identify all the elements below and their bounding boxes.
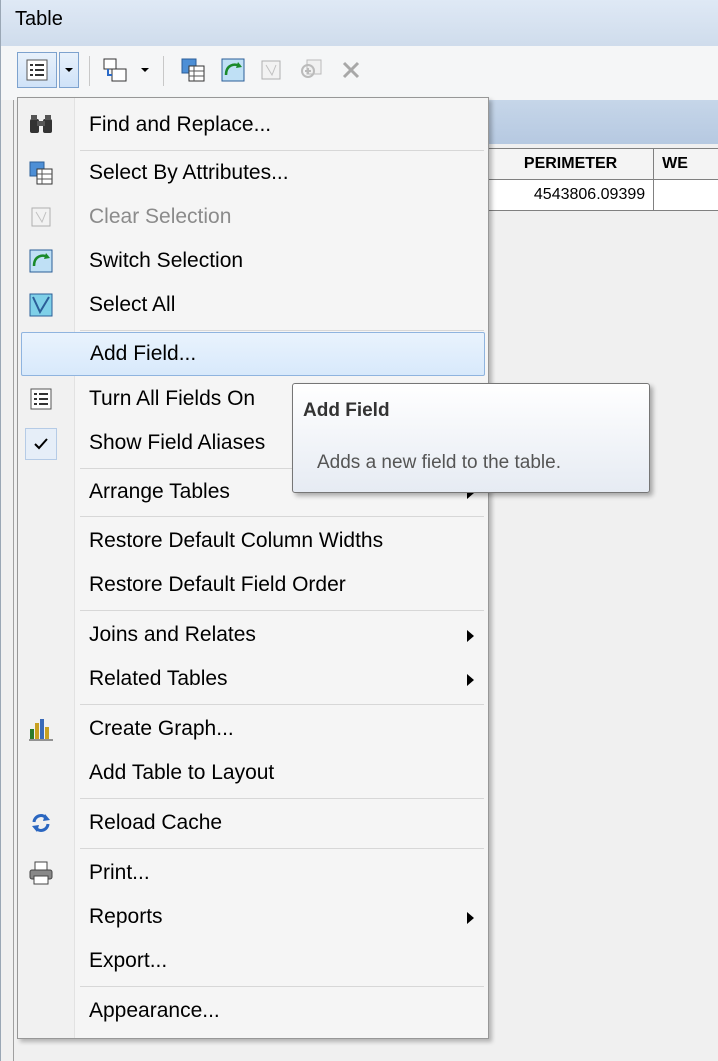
binoculars-icon <box>26 110 56 140</box>
switch-selection-icon <box>221 58 245 82</box>
table-options-button[interactable] <box>17 52 57 88</box>
table-header-row: PERIMETER WE <box>486 148 718 180</box>
delete-icon <box>342 61 360 79</box>
table-row[interactable]: 4543806.09399 <box>486 179 718 211</box>
menu-item-export[interactable]: Export... <box>18 940 488 984</box>
menu-item-reload-cache[interactable]: Reload Cache <box>18 802 488 846</box>
table-cell[interactable] <box>653 179 718 211</box>
menu-item-print[interactable]: Print... <box>18 852 488 896</box>
add-field-tooltip: Add Field Adds a new field to the table. <box>292 383 650 493</box>
submenu-arrow-icon <box>467 674 474 686</box>
menu-item-label: Add Field... <box>90 342 197 365</box>
menu-item-clear-selection[interactable]: Clear Selection <box>18 196 488 240</box>
select-by-attributes-icon <box>181 58 205 82</box>
table-options-menu: Find and Replace... Select By Attributes… <box>17 97 489 1039</box>
menu-separator <box>80 704 484 705</box>
table-window: Table PERIMETER WE 4543806.09399 Find an… <box>0 0 718 1061</box>
refresh-icon <box>26 808 56 838</box>
chevron-down-icon <box>141 68 149 72</box>
column-header-perimeter[interactable]: PERIMETER <box>486 148 655 180</box>
delete-selected-toolbar-button[interactable] <box>333 52 369 88</box>
table-options-icon <box>26 59 48 81</box>
menu-item-label: Arrange Tables <box>89 480 230 503</box>
menu-item-label: Reports <box>89 905 163 928</box>
menu-separator <box>80 330 484 331</box>
related-tables-button[interactable] <box>97 52 133 88</box>
menu-item-related-tables[interactable]: Related Tables <box>18 658 488 702</box>
menu-item-label: Select By Attributes... <box>89 161 289 184</box>
zoom-to-selected-icon <box>301 59 322 78</box>
menu-item-reports[interactable]: Reports <box>18 896 488 940</box>
menu-item-label: Show Field Aliases <box>89 431 266 454</box>
clear-selection-toolbar-button[interactable] <box>253 52 289 88</box>
column-header-we[interactable]: WE <box>653 148 718 180</box>
menu-separator <box>80 848 484 849</box>
switch-selection-icon <box>26 246 56 276</box>
menu-item-select-all[interactable]: Select All <box>18 284 488 328</box>
menu-item-label: Clear Selection <box>89 205 232 228</box>
menu-item-label: Find and Replace... <box>89 113 272 136</box>
table-cell[interactable]: 4543806.09399 <box>486 179 655 211</box>
select-by-attributes-icon <box>26 158 56 188</box>
menu-item-find-and-replace[interactable]: Find and Replace... <box>18 104 488 148</box>
attribute-table: PERIMETER WE 4543806.09399 <box>486 148 718 211</box>
menu-item-label: Appearance... <box>89 999 220 1022</box>
menu-item-label: Select All <box>89 293 176 316</box>
menu-separator <box>80 150 484 151</box>
menu-item-create-graph[interactable]: Create Graph... <box>18 708 488 752</box>
menu-item-appearance[interactable]: Appearance... <box>18 990 488 1034</box>
fields-list-icon <box>26 384 56 414</box>
printer-icon <box>26 858 56 888</box>
menu-item-label: Restore Default Field Order <box>89 573 346 596</box>
menu-item-switch-selection[interactable]: Switch Selection <box>18 240 488 284</box>
switch-selection-toolbar-button[interactable] <box>215 52 251 88</box>
clear-selection-icon <box>261 60 281 80</box>
menu-item-add-table-to-layout[interactable]: Add Table to Layout <box>18 752 488 796</box>
related-tables-icon <box>103 58 127 82</box>
tooltip-description: Adds a new field to the table. <box>317 452 561 473</box>
menu-item-label: Restore Default Column Widths <box>89 529 384 552</box>
menu-item-label: Joins and Relates <box>89 623 256 646</box>
menu-item-add-field[interactable]: Add Field... <box>21 332 485 376</box>
menu-separator <box>80 516 484 517</box>
window-titlebar[interactable]: Table <box>1 0 718 47</box>
window-title: Table <box>15 8 63 30</box>
clear-selection-icon <box>26 202 56 232</box>
table-toolbar <box>1 46 718 100</box>
menu-item-label: Related Tables <box>89 667 228 690</box>
bar-chart-icon <box>26 714 56 744</box>
select-by-attributes-toolbar-button[interactable] <box>175 52 211 88</box>
menu-item-label: Turn All Fields On <box>89 387 256 410</box>
tooltip-title: Add Field <box>303 400 390 421</box>
checkmark-icon <box>25 428 57 460</box>
menu-separator <box>80 986 484 987</box>
menu-item-select-by-attributes[interactable]: Select By Attributes... <box>18 152 488 196</box>
select-all-icon <box>26 290 56 320</box>
table-tab-strip <box>487 100 718 144</box>
related-tables-dropdown[interactable] <box>135 52 155 88</box>
menu-item-label: Switch Selection <box>89 249 244 272</box>
menu-item-label: Export... <box>89 949 168 972</box>
menu-item-label: Reload Cache <box>89 811 223 834</box>
menu-item-label: Add Table to Layout <box>89 761 275 784</box>
menu-item-joins-and-relates[interactable]: Joins and Relates <box>18 614 488 658</box>
menu-item-label: Create Graph... <box>89 717 234 740</box>
toolbar-separator <box>163 56 164 86</box>
chevron-down-icon <box>65 68 73 72</box>
submenu-arrow-icon <box>467 912 474 924</box>
zoom-to-selected-toolbar-button[interactable] <box>293 52 329 88</box>
menu-item-restore-default-field-order[interactable]: Restore Default Field Order <box>18 564 488 608</box>
toolbar-separator <box>89 56 90 86</box>
menu-item-restore-default-column-widths[interactable]: Restore Default Column Widths <box>18 520 488 564</box>
submenu-arrow-icon <box>467 630 474 642</box>
menu-separator <box>80 610 484 611</box>
table-options-dropdown[interactable] <box>59 52 79 88</box>
menu-separator <box>80 798 484 799</box>
menu-item-label: Print... <box>89 861 150 884</box>
